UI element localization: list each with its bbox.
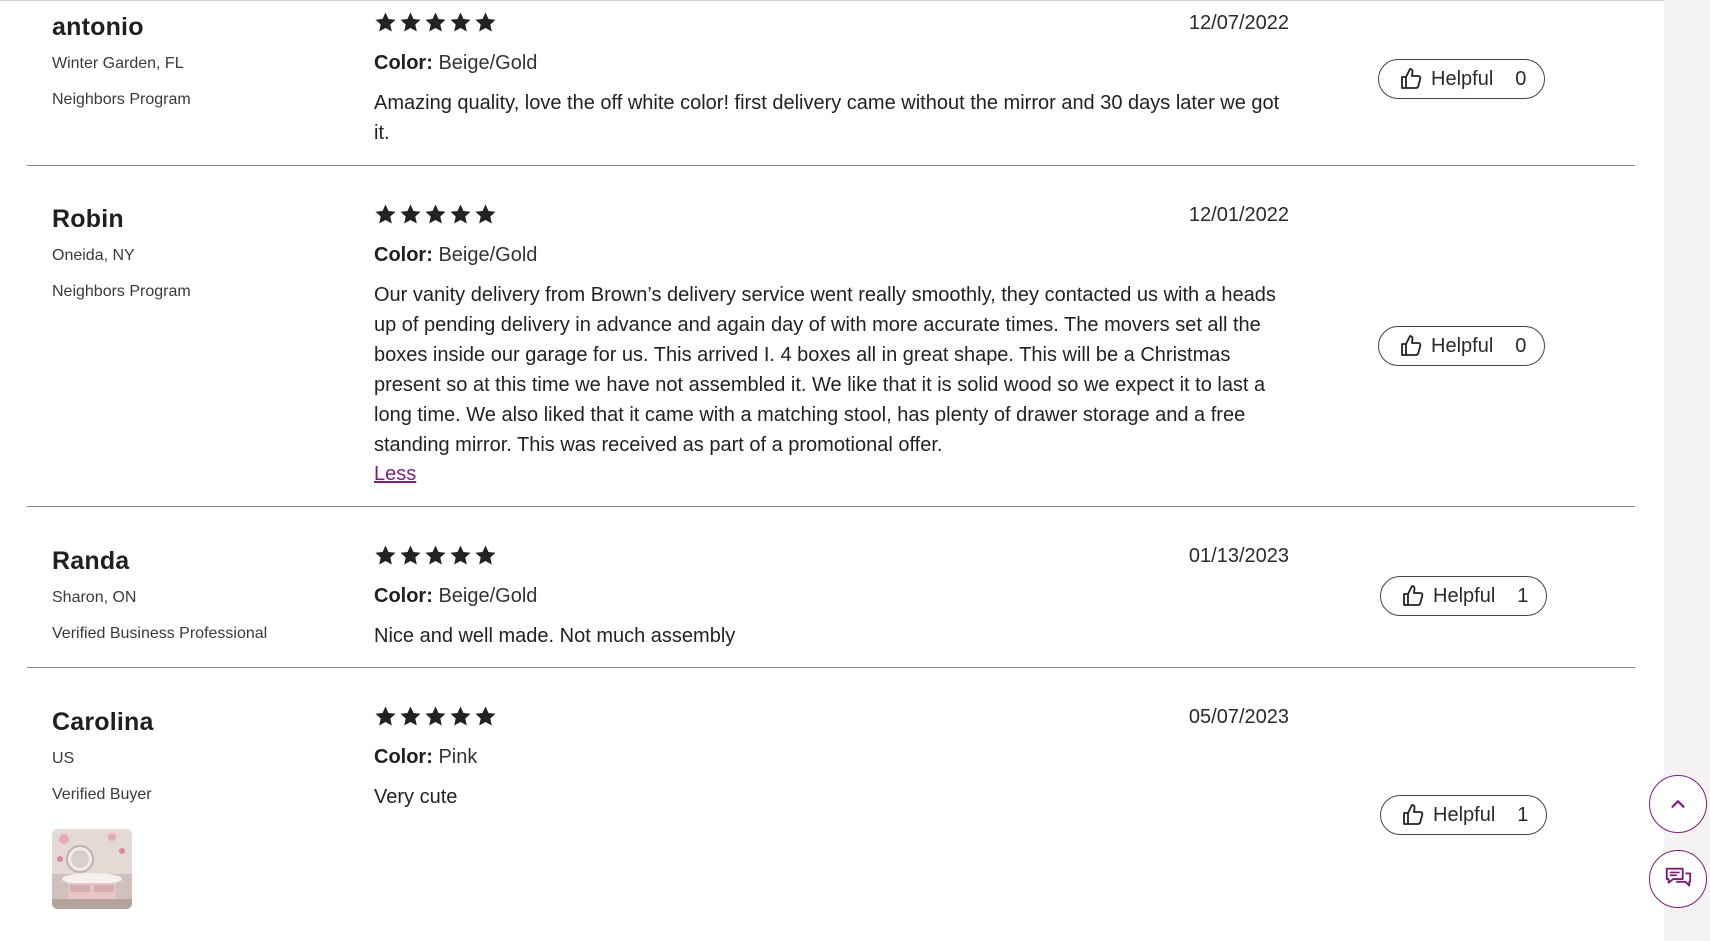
color-label: Color [374, 244, 427, 266]
chat-bubbles-icon [1665, 867, 1692, 887]
color-attribute: Color: Beige/Gold [374, 585, 538, 607]
helpful-label: Helpful [1431, 67, 1494, 90]
reviewer-location: Oneida, NY [52, 247, 135, 264]
star-icon [475, 706, 496, 726]
star-icon [400, 12, 421, 32]
review-content: 05/07/2023 Color: Pink Very cute [374, 705, 1289, 812]
review-item: Robin Oneida, NY Neighbors Program 12/01… [27, 166, 1635, 507]
star-icon [375, 204, 396, 224]
helpful-label: Helpful [1433, 584, 1496, 607]
thumbs-up-icon [1401, 68, 1422, 89]
thumbs-up-icon [1403, 804, 1424, 825]
star-icon [450, 706, 471, 726]
reviewer-badge: Neighbors Program [52, 283, 191, 300]
helpful-count: 0 [1515, 334, 1527, 357]
helpful-button[interactable]: Helpful 0 [1378, 59, 1546, 99]
helpful-label: Helpful [1433, 803, 1496, 826]
color-value: Beige/Gold [438, 244, 538, 266]
color-value: Beige/Gold [438, 585, 538, 607]
helpful-button[interactable]: Helpful 1 [1380, 795, 1548, 835]
star-icon [400, 204, 421, 224]
star-rating [374, 203, 1289, 229]
color-label: Color [374, 746, 427, 768]
star-icon [450, 545, 471, 565]
star-icon [425, 545, 446, 565]
reviews-page: antonio Winter Garden, FL Neighbors Prog… [0, 0, 1710, 941]
review-content: 12/01/2022 Color: Beige/Gold Our vanity … [374, 203, 1289, 488]
star-rating [374, 11, 1289, 37]
star-icon [450, 204, 471, 224]
star-icon [425, 204, 446, 224]
star-rating [374, 544, 1289, 570]
color-attribute: Color: Pink [374, 746, 478, 768]
reviewer-badge: Verified Business Professional [52, 625, 268, 642]
star-rating [374, 705, 1289, 731]
review-item: antonio Winter Garden, FL Neighbors Prog… [27, 0, 1635, 166]
reviewer-location: Winter Garden, FL [52, 55, 184, 72]
thumbs-up-icon [1403, 585, 1424, 606]
helpful-button[interactable]: Helpful 0 [1378, 326, 1546, 366]
helpful-count: 1 [1517, 584, 1529, 607]
star-icon [400, 545, 421, 565]
color-value: Beige/Gold [438, 52, 538, 74]
review-item: Carolina US Verified Buyer 05/07/2023 Co… [27, 668, 1635, 941]
color-value: Pink [438, 746, 478, 768]
star-icon [425, 12, 446, 32]
review-text: Our vanity delivery from Brown’s deliver… [374, 284, 1276, 456]
reviewer-info: Carolina US Verified Buyer [52, 707, 352, 909]
reviewer-info: antonio Winter Garden, FL Neighbors Prog… [52, 12, 352, 110]
chat-button[interactable] [1649, 850, 1707, 908]
star-icon [475, 545, 496, 565]
reviewer-name: Robin [52, 205, 124, 233]
review-date: 12/07/2022 [1188, 12, 1289, 34]
helpful-label: Helpful [1431, 334, 1494, 357]
scroll-to-top-button[interactable] [1649, 775, 1707, 833]
color-label: Color [374, 52, 427, 74]
star-icon [400, 706, 421, 726]
helpful-button[interactable]: Helpful 1 [1380, 576, 1548, 616]
reviewer-name: Carolina [52, 708, 154, 736]
review-date: 01/13/2023 [1188, 545, 1289, 567]
review-date: 05/07/2023 [1188, 706, 1289, 728]
reviewer-name: Randa [52, 547, 130, 575]
star-icon [475, 12, 496, 32]
reviewer-badge: Verified Buyer [52, 786, 152, 803]
review-date: 12/01/2022 [1188, 204, 1289, 226]
color-attribute: Color: Beige/Gold [374, 52, 538, 74]
reviewer-badge: Neighbors Program [52, 91, 191, 108]
chevron-up-icon [1671, 800, 1685, 808]
star-icon [425, 706, 446, 726]
review-text: Nice and well made. Not much assembly [374, 625, 736, 647]
reviewer-info: Robin Oneida, NY Neighbors Program [52, 204, 352, 302]
reviewer-info: Randa Sharon, ON Verified Business Profe… [52, 546, 352, 644]
star-icon [375, 706, 396, 726]
color-attribute: Color: Beige/Gold [374, 244, 538, 266]
star-icon [375, 12, 396, 32]
review-content: 12/07/2022 Color: Beige/Gold Amazing qua… [374, 11, 1289, 148]
review-content: 01/13/2023 Color: Beige/Gold Nice and we… [374, 544, 1289, 651]
color-label: Color [374, 585, 427, 607]
star-icon [450, 12, 471, 32]
review-text: Amazing quality, love the off white colo… [374, 92, 1280, 144]
customer-photo-thumbnail[interactable] [52, 829, 132, 909]
less-link[interactable]: Less [374, 460, 416, 488]
reviews-list: antonio Winter Garden, FL Neighbors Prog… [27, 0, 1635, 941]
reviewer-name: antonio [52, 13, 144, 41]
thumbs-up-icon [1401, 335, 1422, 356]
reviewer-location: Sharon, ON [52, 589, 137, 606]
helpful-count: 0 [1515, 67, 1527, 90]
reviewer-location: US [52, 750, 75, 767]
star-icon [375, 545, 396, 565]
star-icon [475, 204, 496, 224]
review-text: Very cute [374, 786, 458, 808]
helpful-count: 1 [1517, 803, 1529, 826]
review-item: Randa Sharon, ON Verified Business Profe… [27, 507, 1635, 668]
vanity-photo [52, 829, 132, 909]
